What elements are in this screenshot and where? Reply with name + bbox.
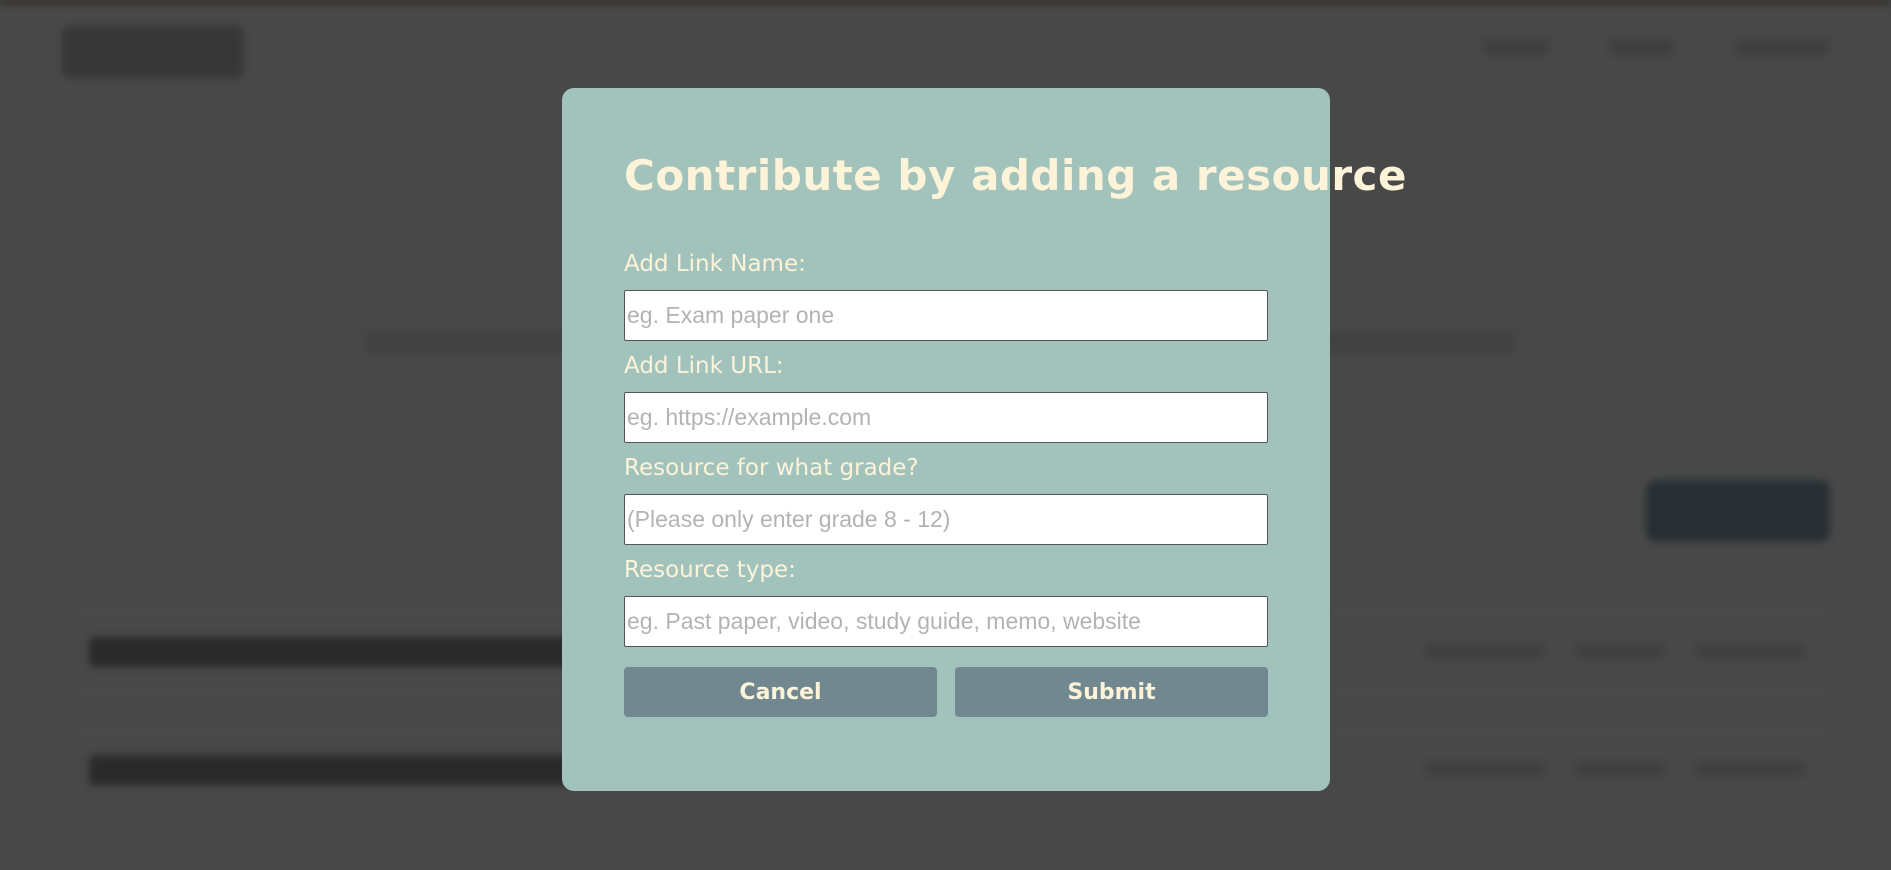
submit-button[interactable]: Submit (955, 667, 1268, 717)
link-name-label: Add Link Name: (624, 251, 806, 277)
resource-type-input[interactable] (624, 596, 1268, 647)
modal-title: Contribute by adding a resource (624, 151, 1407, 200)
link-name-input[interactable] (624, 290, 1268, 341)
link-url-label: Add Link URL: (624, 353, 784, 379)
modal-actions: Cancel Submit (624, 667, 1268, 717)
link-url-input[interactable] (624, 392, 1268, 443)
add-resource-modal: Contribute by adding a resource Add Link… (562, 88, 1407, 791)
resource-type-label: Resource type: (624, 557, 796, 583)
grade-label: Resource for what grade? (624, 455, 919, 481)
grade-input[interactable] (624, 494, 1268, 545)
cancel-button[interactable]: Cancel (624, 667, 937, 717)
